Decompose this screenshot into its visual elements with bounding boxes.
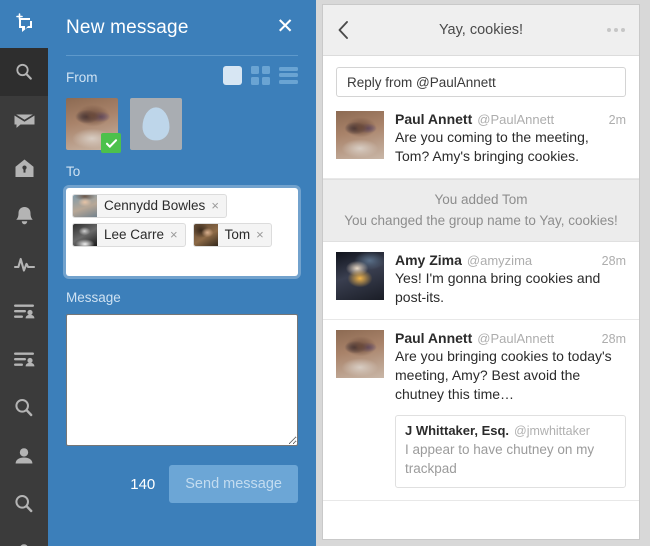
sidebar-icon-rail bbox=[0, 0, 48, 546]
sidebar-item-search-3[interactable] bbox=[0, 480, 48, 528]
message-label: Message bbox=[66, 290, 121, 305]
view-grid-icon[interactable] bbox=[251, 65, 270, 85]
avatar bbox=[336, 111, 384, 159]
quoted-author: J Whittaker, Esq. bbox=[405, 423, 510, 438]
message-text: Yes! I'm gonna bring cookies and post-it… bbox=[395, 270, 601, 305]
from-label: From bbox=[66, 70, 98, 85]
view-single-icon[interactable] bbox=[223, 65, 242, 85]
avatar bbox=[73, 195, 97, 217]
account-paul-annett[interactable] bbox=[66, 98, 121, 153]
recipient-name: Cennydd Bowles bbox=[104, 198, 206, 213]
quoted-message-card[interactable]: J Whittaker, Esq. @jmwhittaker I appear … bbox=[395, 415, 626, 488]
compose-header: New message ✕ bbox=[66, 0, 298, 56]
sidebar-item-home[interactable] bbox=[0, 144, 48, 192]
close-icon[interactable]: ✕ bbox=[272, 14, 298, 41]
avatar bbox=[130, 98, 182, 150]
conversation-panel-outer: Yay, cookies! Paul Annett @PaulAnnett 2m bbox=[316, 0, 650, 546]
view-toggle-group bbox=[223, 65, 298, 85]
new-message-panel: New message ✕ From To Cennydd Bowles × L… bbox=[48, 0, 316, 546]
profile-icon-2 bbox=[12, 540, 36, 546]
recipient-chip-list: Cennydd Bowles × Lee Carre × Tom × bbox=[72, 194, 292, 247]
view-list-icon[interactable] bbox=[279, 66, 298, 85]
quoted-handle: @jmwhittaker bbox=[514, 424, 590, 438]
sidebar-item-profile-2[interactable] bbox=[0, 528, 48, 546]
notifications-icon bbox=[12, 204, 37, 229]
quoted-text: I appear to have chutney on my trackpad bbox=[405, 442, 595, 476]
message-handle: @amyzima bbox=[466, 253, 533, 268]
sidebar-item-search[interactable] bbox=[0, 48, 48, 96]
page-title: New message bbox=[66, 16, 189, 38]
message-text: Are you coming to the meeting, Tom? Amy'… bbox=[395, 129, 589, 164]
send-message-button[interactable]: Send message bbox=[169, 465, 298, 503]
sidebar-item-messages[interactable] bbox=[0, 96, 48, 144]
app-window: New message ✕ From To Cennydd Bowles × L… bbox=[0, 0, 650, 546]
system-notice-line: You added Tom bbox=[434, 192, 528, 207]
message-input[interactable] bbox=[66, 314, 298, 446]
sidebar-item-timeline[interactable] bbox=[0, 288, 48, 336]
from-account-list bbox=[66, 98, 298, 153]
recipient-chip[interactable]: Tom × bbox=[192, 223, 272, 247]
recipient-chip[interactable]: Cennydd Bowles × bbox=[72, 194, 227, 218]
sidebar-item-activity[interactable] bbox=[0, 240, 48, 288]
message-author: Paul Annett bbox=[395, 111, 473, 127]
recipient-chip[interactable]: Lee Carre × bbox=[72, 223, 186, 247]
sidebar-item-search-2[interactable] bbox=[0, 384, 48, 432]
more-options-icon[interactable] bbox=[607, 28, 625, 32]
character-counter: 140 bbox=[130, 475, 156, 493]
timeline-icon bbox=[11, 301, 37, 323]
recipients-field[interactable]: Cennydd Bowles × Lee Carre × Tom × bbox=[66, 188, 298, 276]
messages-icon bbox=[12, 108, 37, 133]
message-handle: @PaulAnnett bbox=[477, 112, 555, 127]
avatar bbox=[193, 224, 218, 246]
check-icon bbox=[101, 133, 121, 153]
message-item[interactable]: Paul Annett @PaulAnnett 2m Are you comin… bbox=[323, 101, 639, 179]
home-icon bbox=[12, 156, 37, 181]
message-item[interactable]: Amy Zima @amyzima 28m Yes! I'm gonna bri… bbox=[323, 242, 639, 320]
conversation-title: Yay, cookies! bbox=[438, 22, 524, 38]
conversation-body[interactable]: Paul Annett @PaulAnnett 2m Are you comin… bbox=[323, 56, 639, 539]
message-text: Are you bringing cookies to today's meet… bbox=[395, 348, 612, 402]
system-notice: You added Tom You changed the group name… bbox=[323, 179, 639, 242]
conversation-header: Yay, cookies! bbox=[323, 5, 639, 56]
message-timestamp: 2m bbox=[608, 113, 626, 127]
message-handle: @PaulAnnett bbox=[477, 331, 555, 346]
activity-icon bbox=[12, 252, 37, 277]
recipient-name: Tom bbox=[224, 227, 251, 242]
profile-icon bbox=[12, 444, 36, 468]
account-default-egg[interactable] bbox=[130, 98, 182, 150]
message-author: Paul Annett bbox=[395, 330, 473, 346]
sidebar-item-profile[interactable] bbox=[0, 432, 48, 480]
system-notice-line: You changed the group name to Yay, cooki… bbox=[344, 213, 618, 228]
message-author: Amy Zima bbox=[395, 252, 462, 268]
remove-recipient-icon[interactable]: × bbox=[256, 224, 271, 246]
timeline-icon-2 bbox=[11, 349, 37, 371]
avatar bbox=[336, 330, 384, 378]
remove-recipient-icon[interactable]: × bbox=[211, 195, 226, 217]
message-timestamp: 28m bbox=[601, 332, 626, 346]
avatar bbox=[73, 224, 97, 246]
compose-footer: 140 Send message bbox=[66, 465, 298, 503]
sidebar-item-compose[interactable] bbox=[0, 0, 48, 48]
remove-recipient-icon[interactable]: × bbox=[170, 224, 185, 246]
message-timestamp: 28m bbox=[601, 254, 626, 268]
search-icon bbox=[13, 61, 35, 83]
recipient-name: Lee Carre bbox=[104, 227, 165, 242]
sidebar-item-timeline-2[interactable] bbox=[0, 336, 48, 384]
compose-icon bbox=[12, 12, 36, 36]
reply-input[interactable] bbox=[336, 67, 626, 97]
reply-row bbox=[323, 56, 639, 101]
conversation-panel: Yay, cookies! Paul Annett @PaulAnnett 2m bbox=[322, 4, 640, 540]
sidebar-item-notifications[interactable] bbox=[0, 192, 48, 240]
search-icon-2 bbox=[12, 396, 36, 420]
message-item[interactable]: Paul Annett @PaulAnnett 28m Are you brin… bbox=[323, 320, 639, 501]
to-label: To bbox=[66, 164, 81, 179]
avatar bbox=[336, 252, 384, 300]
search-icon-3 bbox=[12, 492, 36, 516]
